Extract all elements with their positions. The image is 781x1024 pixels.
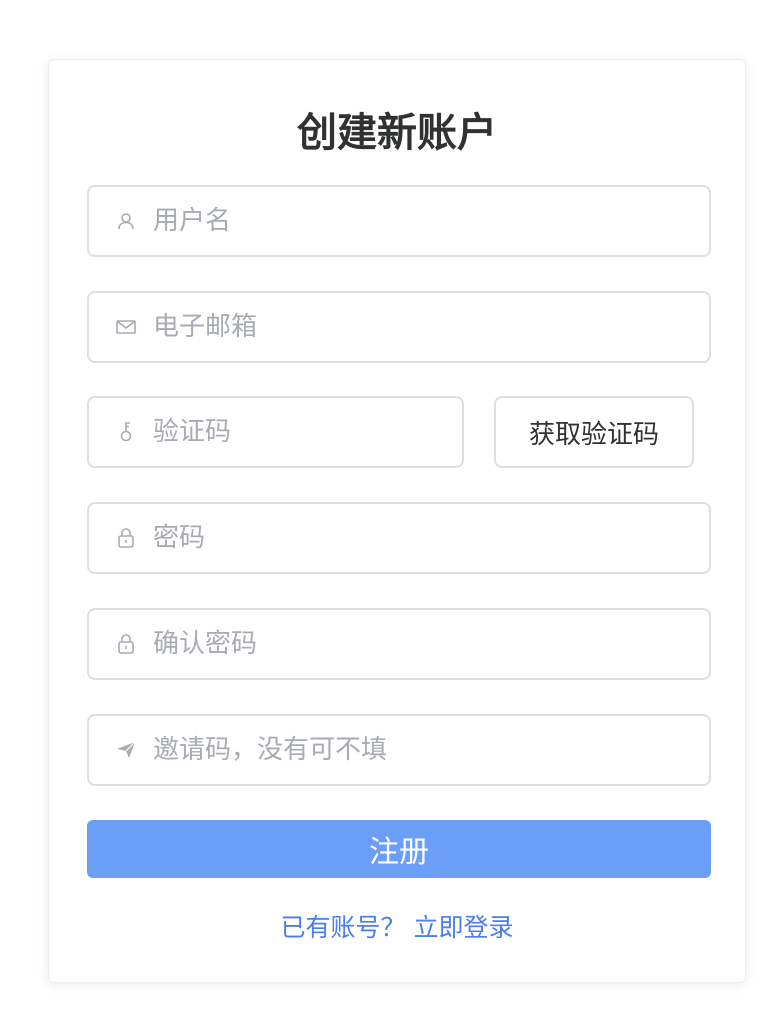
email-input[interactable]: [153, 293, 695, 361]
register-button[interactable]: 注册: [87, 820, 711, 878]
page-title: 创建新账户: [297, 110, 497, 156]
confirm-password-input[interactable]: [153, 610, 695, 678]
register-card: 创建新账户 获取验证码: [48, 59, 746, 983]
mail-icon: [115, 316, 137, 338]
password-input[interactable]: [153, 504, 695, 572]
invite-field-wrapper: [87, 714, 711, 786]
email-field-wrapper: [87, 291, 711, 363]
password-field-wrapper: [87, 502, 711, 574]
confirm-password-field-wrapper: [87, 608, 711, 680]
lock-icon: [115, 527, 137, 549]
lock-icon: [115, 633, 137, 655]
user-icon: [115, 210, 137, 232]
username-field-wrapper: [87, 185, 711, 257]
verification-code-input[interactable]: [153, 398, 448, 466]
invite-code-input[interactable]: [153, 716, 695, 784]
key-icon: [115, 421, 137, 443]
username-input[interactable]: [153, 187, 695, 255]
login-link[interactable]: 已有账号？ 立即登录: [281, 913, 514, 942]
login-link-row: 已有账号？ 立即登录: [49, 908, 745, 948]
get-code-button[interactable]: 获取验证码: [494, 396, 694, 468]
send-icon: [115, 739, 137, 761]
code-field-wrapper: [87, 396, 464, 468]
